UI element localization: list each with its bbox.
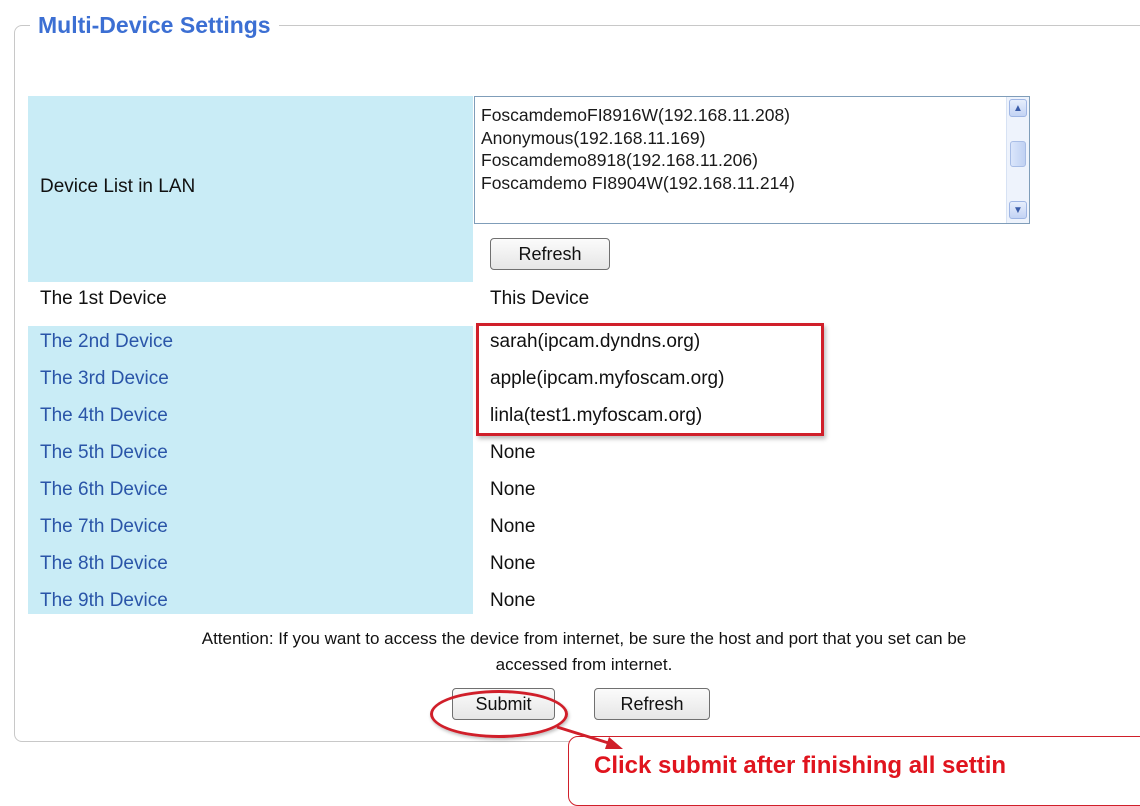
attention-note: Attention: If you want to access the dev… [28,626,1140,678]
device-value-7: None [490,516,536,537]
submit-highlight-ellipse [430,690,568,738]
device-label-8[interactable]: The 8th Device [40,553,168,575]
device-label-6[interactable]: The 6th Device [40,479,168,501]
list-item[interactable]: Foscamdemo FI8904W(192.168.11.214) [481,173,795,194]
list-scrollbar[interactable]: ▲ ▼ [1006,97,1029,223]
list-refresh-button[interactable]: Refresh [490,238,610,270]
device-label-3[interactable]: The 3rd Device [40,368,169,390]
highlight-box [476,323,824,436]
list-item[interactable]: Anonymous(192.168.11.169) [481,128,705,149]
device-value-8: None [490,553,536,574]
device-label-2[interactable]: The 2nd Device [40,331,173,353]
device-value-6: None [490,479,536,500]
attention-line-1: Attention: If you want to access the dev… [201,629,967,648]
panel-title: Multi-Device Settings [30,12,279,39]
device-list-box[interactable]: FoscamdemoFI8916W(192.168.11.208) Anonym… [474,96,1030,224]
device-list-label: Device List in LAN [40,176,196,197]
attention-line-2: accessed from internet. [495,655,673,674]
device-value-5: None [490,442,536,463]
footer-refresh-button[interactable]: Refresh [594,688,710,720]
scroll-up-icon[interactable]: ▲ [1009,99,1027,117]
callout-arrow-icon [556,725,623,749]
device-value-9: None [490,590,536,611]
scroll-down-icon[interactable]: ▼ [1009,201,1027,219]
list-item[interactable]: Foscamdemo8918(192.168.11.206) [481,150,758,171]
device-value-1: This Device [490,288,590,309]
device-label-7[interactable]: The 7th Device [40,516,168,538]
list-item[interactable]: FoscamdemoFI8916W(192.168.11.208) [481,105,790,126]
callout-text: Click submit after finishing all settin [594,752,1007,779]
scroll-thumb[interactable] [1010,141,1026,167]
device-label-1: The 1st Device [40,288,167,309]
device-label-9[interactable]: The 9th Device [40,590,168,612]
device-label-4[interactable]: The 4th Device [40,405,168,427]
device-label-5[interactable]: The 5th Device [40,442,168,464]
